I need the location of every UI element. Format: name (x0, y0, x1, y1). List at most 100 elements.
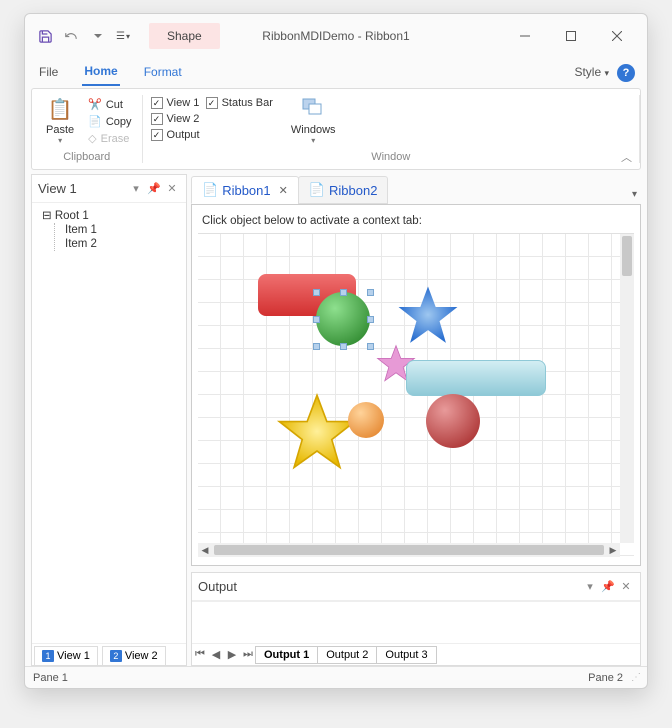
nav-prev-icon[interactable]: ◀ (208, 648, 224, 661)
close-button[interactable] (595, 22, 639, 50)
undo-dropdown-icon[interactable] (85, 24, 109, 48)
nav-first-icon[interactable]: ⏮ (192, 648, 208, 661)
erase-icon: ◇ (88, 132, 96, 145)
document-icon: 📄 (309, 182, 325, 198)
output-pane: Output ▾ 📌 ✕ ⏮ ◀ ▶ ⏭ Output 1 Output 2 O… (191, 572, 641, 666)
chevron-down-icon: ▾ (311, 136, 315, 145)
selection-handle[interactable] (367, 343, 374, 350)
view-tab-1[interactable]: 1View 1 (34, 646, 98, 665)
output-tab-2[interactable]: Output 2 (317, 646, 377, 664)
pane-menu-icon[interactable]: ▾ (582, 580, 598, 593)
pin-icon[interactable]: 📌 (146, 182, 162, 195)
context-tab-shape[interactable]: Shape (149, 23, 220, 49)
tab-home[interactable]: Home (82, 60, 119, 86)
quick-access-toolbar: ☰▾ (33, 24, 135, 48)
document-tabs: 📄 Ribbon1 ✕ 📄 Ribbon2 ▾ (191, 174, 641, 204)
paste-button[interactable]: 📋 Paste ▾ (40, 95, 80, 147)
pin-icon[interactable]: 📌 (600, 580, 616, 593)
view-pane-header: View 1 ▾ 📌 ✕ (32, 175, 186, 203)
maximize-button[interactable] (549, 22, 593, 50)
view-pane-title: View 1 (38, 181, 77, 196)
selection-handle[interactable] (340, 289, 347, 296)
output-pane-header: Output ▾ 📌 ✕ (192, 573, 640, 601)
view-tabs: 1View 1 2View 2 (32, 643, 186, 665)
window-title: RibbonMDIDemo - Ribbon1 (262, 29, 409, 43)
ribbon-group-window: ✓View 1 ✓View 2 ✓Output ✓Status Bar Wind… (143, 95, 640, 163)
main-window: ☰▾ Shape RibbonMDIDemo - Ribbon1 File Ho… (24, 13, 648, 689)
ribbon: 📋 Paste ▾ ✂️Cut 📄Copy ◇Erase Clipboard ✓… (31, 88, 641, 170)
blue-star[interactable] (396, 284, 460, 348)
qat-customize-icon[interactable]: ☰▾ (111, 24, 135, 48)
tab-file[interactable]: File (37, 61, 60, 85)
cut-button[interactable]: ✂️Cut (86, 97, 133, 112)
output-body (192, 601, 640, 643)
tab-format[interactable]: Format (142, 61, 184, 85)
green-sphere[interactable] (316, 292, 370, 346)
tree-item[interactable]: Item 1 (61, 223, 180, 237)
close-tab-icon[interactable]: ✕ (279, 184, 288, 197)
view-pane: View 1 ▾ 📌 ✕ ⊟ Root 1 Item 1 Item 2 1Vie… (31, 174, 187, 666)
check-statusbar[interactable]: ✓Status Bar (206, 97, 273, 109)
check-output[interactable]: ✓Output (151, 129, 200, 141)
view-tab-2[interactable]: 2View 2 (102, 646, 166, 665)
selection-handle[interactable] (367, 289, 374, 296)
erase-button[interactable]: ◇Erase (86, 131, 133, 146)
group-label-window: Window (151, 151, 631, 163)
close-pane-icon[interactable]: ✕ (618, 580, 634, 593)
doc-tab-ribbon1[interactable]: 📄 Ribbon1 ✕ (191, 176, 299, 204)
horizontal-scrollbar[interactable]: ◀▶ (198, 543, 620, 557)
minimize-button[interactable] (503, 22, 547, 50)
canvas-hint: Click object below to activate a context… (202, 215, 630, 227)
chevron-down-icon: ▾ (58, 136, 62, 145)
copy-icon: 📄 (88, 115, 102, 128)
nav-last-icon[interactable]: ⏭ (240, 648, 256, 661)
statusbar: Pane 1 Pane 2 ⋰ (25, 666, 647, 688)
doc-tab-ribbon2[interactable]: 📄 Ribbon2 (298, 176, 389, 204)
check-view2[interactable]: ✓View 2 (151, 113, 200, 125)
collapse-ribbon-icon[interactable]: ︿ (621, 149, 632, 165)
status-right: Pane 2 (588, 672, 623, 684)
output-tab-3[interactable]: Output 3 (376, 646, 436, 664)
paste-icon: 📋 (48, 97, 73, 122)
status-left: Pane 1 (33, 672, 68, 684)
copy-button[interactable]: 📄Copy (86, 114, 133, 129)
help-icon[interactable]: ? (617, 64, 635, 82)
tree-item[interactable]: Item 2 (61, 237, 180, 251)
tree-view: ⊟ Root 1 Item 1 Item 2 (32, 203, 186, 643)
style-dropdown[interactable]: Style ▾ (572, 61, 611, 85)
selection-handle[interactable] (313, 289, 320, 296)
titlebar: ☰▾ Shape RibbonMDIDemo - Ribbon1 (25, 14, 647, 58)
selection-handle[interactable] (313, 343, 320, 350)
undo-icon[interactable] (59, 24, 83, 48)
content-area: View 1 ▾ 📌 ✕ ⊟ Root 1 Item 1 Item 2 1Vie… (31, 174, 641, 666)
main-area: 📄 Ribbon1 ✕ 📄 Ribbon2 ▾ Click object bel… (191, 174, 641, 666)
tree-root[interactable]: ⊟ Root 1 (38, 207, 180, 223)
scissors-icon: ✂️ (88, 98, 102, 111)
canvas[interactable]: ◀▶ (198, 233, 634, 557)
doc-tabs-menu-icon[interactable]: ▾ (628, 185, 641, 204)
selection-handle[interactable] (313, 316, 320, 323)
selection-handle[interactable] (367, 316, 374, 323)
orange-sphere[interactable] (348, 402, 384, 438)
ribbon-group-clipboard: 📋 Paste ▾ ✂️Cut 📄Copy ◇Erase Clipboard (32, 95, 143, 163)
cyan-rectangle[interactable] (406, 360, 546, 396)
ribbon-tabs: File Home Format Style ▾ ? (25, 58, 647, 88)
output-tab-1[interactable]: Output 1 (255, 646, 318, 664)
save-icon[interactable] (33, 24, 57, 48)
red-sphere[interactable] (426, 394, 480, 448)
windows-button[interactable]: Windows ▾ (285, 95, 342, 147)
group-label-clipboard: Clipboard (40, 151, 134, 163)
check-view1[interactable]: ✓View 1 (151, 97, 200, 109)
yellow-star[interactable] (276, 392, 358, 474)
pane-menu-icon[interactable]: ▾ (128, 182, 144, 195)
resize-grip-icon[interactable]: ⋰ (631, 672, 639, 683)
document-icon: 📄 (202, 182, 218, 198)
nav-next-icon[interactable]: ▶ (224, 648, 240, 661)
output-tabs: ⏮ ◀ ▶ ⏭ Output 1 Output 2 Output 3 (192, 643, 640, 665)
vertical-scrollbar[interactable] (620, 234, 634, 543)
windows-icon (302, 98, 324, 122)
output-pane-title: Output (198, 579, 237, 594)
canvas-panel: Click object below to activate a context… (191, 204, 641, 566)
close-pane-icon[interactable]: ✕ (164, 182, 180, 195)
selection-handle[interactable] (340, 343, 347, 350)
